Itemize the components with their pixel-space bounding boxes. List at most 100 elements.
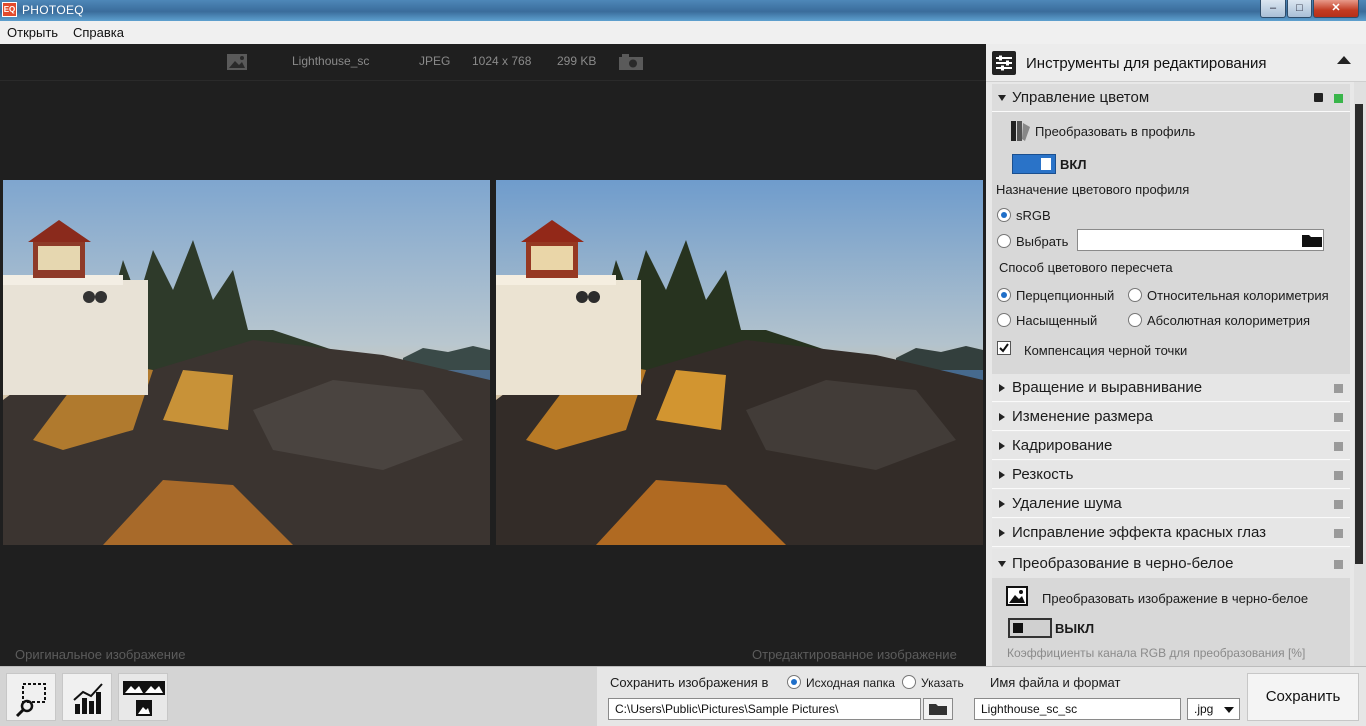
- expand-triangle-icon: [999, 529, 1005, 537]
- folder-icon: [929, 704, 947, 715]
- section-color-management[interactable]: Управление цветом: [992, 84, 1350, 112]
- convert-profile-toggle[interactable]: [1012, 154, 1056, 174]
- image-name: Lighthouse_sc: [292, 54, 370, 68]
- expand-triangle-icon: [999, 413, 1005, 421]
- section-crop[interactable]: Кадрирование: [992, 432, 1350, 460]
- filename-field[interactable]: Lighthouse_sc_sc: [974, 698, 1181, 720]
- save-area: Сохранить изображения в Исходная папка У…: [597, 667, 1366, 726]
- section-label: Управление цветом: [1012, 89, 1150, 106]
- panel-title: Инструменты для редактирования: [1026, 55, 1267, 72]
- convert-profile-toggle-state: ВКЛ: [1060, 157, 1087, 172]
- rendering-intent-label: Способ цветового пересчета: [999, 260, 1173, 275]
- menu-open[interactable]: Открыть: [7, 25, 58, 40]
- section-black-white[interactable]: Преобразование в черно-белое: [992, 549, 1350, 579]
- color-management-body: Преобразовать в профиль ВКЛ Назначение ц…: [992, 112, 1350, 374]
- inactive-indicator: [1334, 471, 1343, 480]
- chart-icon: [73, 683, 103, 714]
- radio-source-folder[interactable]: [787, 675, 801, 689]
- section-red-eye[interactable]: Исправление эффекта красных глаз: [992, 519, 1350, 547]
- window-title: PHOTOEQ: [22, 3, 84, 17]
- save-path-field[interactable]: C:\Users\Public\Pictures\Sample Pictures…: [608, 698, 921, 720]
- radio-saturation[interactable]: [997, 313, 1011, 327]
- scrollbar-thumb[interactable]: [1355, 104, 1363, 564]
- expand-triangle-icon: [998, 95, 1006, 101]
- radio-srgb[interactable]: [997, 208, 1011, 222]
- expand-triangle-icon: [999, 500, 1005, 508]
- bw-convert-label: Преобразовать изображение в черно-белое: [1042, 591, 1309, 606]
- convert-profile-label: Преобразовать в профиль: [1035, 124, 1196, 139]
- image-icon: [227, 54, 247, 70]
- section-label: Вращение и выравнивание: [1012, 379, 1203, 396]
- profile-path-field[interactable]: [1077, 229, 1324, 251]
- radio-absolute-label: Абсолютная колориметрия: [1147, 313, 1311, 328]
- inactive-indicator: [1334, 413, 1343, 422]
- section-resize[interactable]: Изменение размера: [992, 403, 1350, 431]
- bw-convert-toggle[interactable]: [1008, 618, 1052, 638]
- radio-perceptual[interactable]: [997, 288, 1011, 302]
- radio-absolute-colorimetric[interactable]: [1128, 313, 1142, 327]
- collapse-up-icon[interactable]: [1337, 56, 1351, 64]
- split-view-icon: [123, 681, 165, 716]
- radio-relative-colorimetric[interactable]: [1128, 288, 1142, 302]
- camera-icon: [619, 54, 643, 70]
- original-caption: Оригинальное изображение: [15, 647, 186, 662]
- radio-saturation-label: Насыщенный: [1016, 313, 1098, 328]
- inactive-indicator: [1334, 384, 1343, 393]
- image-size: 299 KB: [557, 54, 597, 68]
- image-dimensions: 1024 x 768: [472, 54, 532, 68]
- expand-triangle-icon: [999, 471, 1005, 479]
- image-viewer: Lighthouse_sc JPEG 1024 x 768 299 KB Ори…: [0, 44, 986, 666]
- radio-source-folder-label: Исходная папка: [806, 676, 895, 690]
- panel-header[interactable]: Инструменты для редактирования: [986, 44, 1366, 82]
- compare-view-button[interactable]: [118, 673, 168, 721]
- color-swatch-icon: [1011, 121, 1030, 141]
- filename-format-label: Имя файла и формат: [990, 675, 1121, 690]
- save-to-label: Сохранить изображения в: [610, 675, 769, 690]
- active-indicator: [1334, 94, 1343, 103]
- black-point-checkbox[interactable]: [997, 341, 1011, 355]
- histogram-button[interactable]: [62, 673, 112, 721]
- close-button[interactable]: ✕: [1313, 0, 1359, 18]
- radio-srgb-label: sRGB: [1016, 208, 1051, 223]
- destination-profile-label: Назначение цветового профиля: [996, 182, 1190, 197]
- section-label: Изменение размера: [1012, 408, 1153, 425]
- section-noise-reduction[interactable]: Удаление шума: [992, 490, 1350, 518]
- maximize-button[interactable]: □: [1287, 0, 1312, 18]
- black-white-body: Преобразовать изображение в черно-белое …: [992, 578, 1350, 666]
- section-label: Преобразование в черно-белое: [1012, 555, 1234, 572]
- format-select[interactable]: .jpg: [1187, 698, 1240, 720]
- radio-perceptual-label: Перцепционный: [1016, 288, 1115, 303]
- app-logo-icon: EQ: [2, 2, 17, 17]
- radio-specify-label: Указать: [921, 676, 964, 690]
- section-rotate-align[interactable]: Вращение и выравнивание: [992, 374, 1350, 402]
- edited-caption: Отредактированное изображение: [752, 647, 957, 662]
- folder-icon[interactable]: [1302, 233, 1322, 247]
- rgb-coefficients-label: Коэффициенты канала RGB для преобразован…: [1007, 646, 1306, 660]
- select-region-button[interactable]: [6, 673, 56, 721]
- section-sharpen[interactable]: Резкость: [992, 461, 1350, 489]
- sliders-icon: [992, 51, 1016, 75]
- selection-zoom-icon: [15, 683, 46, 718]
- expand-triangle-icon: [999, 384, 1005, 392]
- minimize-button[interactable]: –: [1260, 0, 1286, 18]
- inactive-indicator: [1334, 442, 1343, 451]
- browse-folder-button[interactable]: [923, 698, 953, 720]
- image-info-bar: Lighthouse_sc JPEG 1024 x 768 299 KB: [0, 44, 986, 81]
- radio-choose-profile[interactable]: [997, 234, 1011, 248]
- section-label: Исправление эффекта красных глаз: [1012, 524, 1267, 541]
- menu-bar: Открыть Справка: [0, 21, 1366, 44]
- bottom-toolbar: Сохранить изображения в Исходная папка У…: [0, 666, 1366, 726]
- chevron-down-icon: [1224, 707, 1234, 713]
- radio-choose-label: Выбрать: [1016, 234, 1069, 249]
- radio-relative-label: Относительная колориметрия: [1147, 288, 1329, 303]
- inactive-indicator: [1334, 560, 1343, 569]
- menu-help[interactable]: Справка: [73, 25, 124, 40]
- edited-image: [496, 180, 983, 545]
- bw-toggle-state: ВЫКЛ: [1055, 621, 1095, 636]
- save-button[interactable]: Сохранить: [1247, 673, 1359, 721]
- expand-triangle-icon: [999, 442, 1005, 450]
- radio-specify-folder[interactable]: [902, 675, 916, 689]
- section-label: Резкость: [1012, 466, 1074, 483]
- image-icon: [1006, 586, 1028, 606]
- image-format: JPEG: [419, 54, 451, 68]
